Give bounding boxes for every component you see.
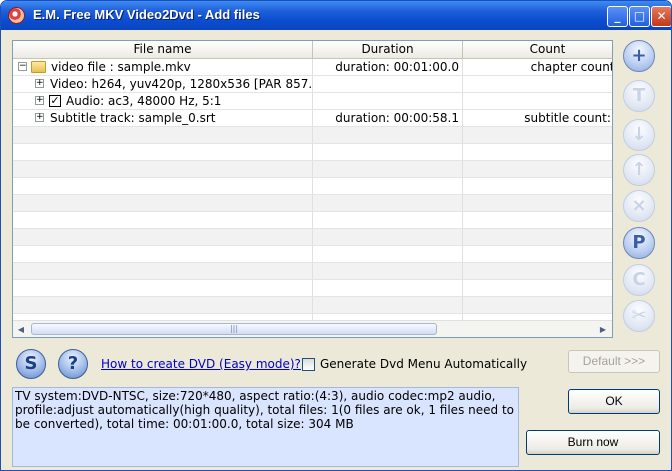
scroll-right-icon[interactable]: ▶ bbox=[596, 323, 610, 336]
tools-button[interactable]: ✂ bbox=[623, 300, 655, 332]
track-name-text: Video: h264, yuv420p, 1280x536 [PAR 857.… bbox=[50, 77, 313, 91]
properties-button[interactable]: P bbox=[623, 227, 655, 259]
move-up-button[interactable]: ↑ bbox=[623, 154, 655, 186]
count-cell: subtitle count: 15 bbox=[463, 110, 612, 126]
track-name-text: Subtitle track: sample_0.srt bbox=[50, 111, 216, 125]
app-window: E.M. Free MKV Video2Dvd - Add files _ □ … bbox=[0, 0, 672, 471]
table-row[interactable]: + ✓ Audio: ac3, 48000 Hz, 5:1 bbox=[13, 93, 612, 110]
folder-icon bbox=[31, 61, 46, 73]
empty-row bbox=[13, 229, 612, 246]
close-button[interactable]: ✕ bbox=[651, 6, 671, 27]
file-name-cell: − video file : sample.mkv bbox=[13, 59, 313, 75]
help-link[interactable]: How to create DVD (Easy mode)? bbox=[101, 357, 301, 371]
empty-row bbox=[13, 263, 612, 280]
client-area: File name Duration Count − video file : … bbox=[4, 30, 668, 469]
empty-row bbox=[13, 280, 612, 297]
file-name-cell: + ✓ Audio: ac3, 48000 Hz, 5:1 bbox=[13, 93, 313, 109]
count-cell: chapter count: 1 bbox=[463, 59, 612, 75]
empty-row bbox=[13, 127, 612, 144]
horizontal-scrollbar[interactable]: ◀ ||| ▶ bbox=[13, 320, 612, 337]
empty-row bbox=[13, 212, 612, 229]
minimize-button[interactable]: _ bbox=[607, 6, 628, 27]
duration-cell bbox=[313, 93, 463, 109]
table-row[interactable]: + Subtitle track: sample_0.srt duration:… bbox=[13, 110, 612, 127]
duration-cell: duration: 00:00:58.1 bbox=[313, 110, 463, 126]
default-button[interactable]: Default >>> bbox=[568, 350, 660, 373]
column-header-count[interactable]: Count bbox=[463, 41, 612, 58]
expand-icon[interactable]: + bbox=[35, 79, 44, 88]
maximize-button[interactable]: □ bbox=[629, 6, 650, 27]
collapse-icon[interactable]: − bbox=[18, 62, 27, 71]
duration-cell bbox=[313, 76, 463, 92]
grid-rows: − video file : sample.mkv duration: 00:0… bbox=[13, 59, 612, 331]
s-button[interactable]: S bbox=[16, 349, 46, 379]
column-header-file-name[interactable]: File name bbox=[13, 41, 313, 58]
table-row[interactable]: − video file : sample.mkv duration: 00:0… bbox=[13, 59, 612, 76]
c-button[interactable]: C bbox=[623, 264, 655, 296]
help-button[interactable]: ? bbox=[58, 349, 88, 379]
app-logo-icon bbox=[8, 7, 25, 24]
scroll-left-icon[interactable]: ◀ bbox=[14, 323, 28, 336]
file-name-text: video file : sample.mkv bbox=[51, 60, 191, 74]
scrollbar-thumb[interactable]: ||| bbox=[31, 323, 437, 335]
track-name-text: Audio: ac3, 48000 Hz, 5:1 bbox=[66, 94, 222, 108]
remove-button[interactable]: × bbox=[623, 190, 655, 222]
summary-info-text: TV system:DVD-NTSC, size:720*480, aspect… bbox=[12, 387, 519, 467]
table-row[interactable]: + Video: h264, yuv420p, 1280x536 [PAR 85… bbox=[13, 76, 612, 93]
empty-row bbox=[13, 144, 612, 161]
title-bar[interactable]: E.M. Free MKV Video2Dvd - Add files _ □ … bbox=[1, 1, 671, 30]
file-name-cell: + Video: h264, yuv420p, 1280x536 [PAR 85… bbox=[13, 76, 313, 92]
move-down-button[interactable]: ↓ bbox=[623, 119, 655, 151]
empty-row bbox=[13, 297, 612, 314]
text-button[interactable]: T bbox=[623, 80, 655, 112]
burn-now-button[interactable]: Burn now bbox=[526, 430, 660, 455]
duration-cell: duration: 00:01:00.0 bbox=[313, 59, 463, 75]
column-header-duration[interactable]: Duration bbox=[313, 41, 463, 58]
expand-icon[interactable]: + bbox=[35, 96, 44, 105]
empty-row bbox=[13, 178, 612, 195]
count-cell bbox=[463, 76, 612, 92]
generate-menu-checkbox[interactable] bbox=[302, 358, 315, 371]
count-cell bbox=[463, 93, 612, 109]
ok-button[interactable]: OK bbox=[568, 389, 660, 414]
empty-row bbox=[13, 161, 612, 178]
expand-icon[interactable]: + bbox=[35, 113, 44, 122]
audio-enable-checkbox[interactable]: ✓ bbox=[49, 95, 61, 107]
grid-header: File name Duration Count bbox=[13, 41, 612, 59]
file-name-cell: + Subtitle track: sample_0.srt bbox=[13, 110, 313, 126]
generate-menu-label[interactable]: Generate Dvd Menu Automatically bbox=[320, 357, 527, 371]
window-title: E.M. Free MKV Video2Dvd - Add files bbox=[33, 7, 260, 22]
file-grid[interactable]: File name Duration Count − video file : … bbox=[12, 40, 613, 338]
empty-row bbox=[13, 246, 612, 263]
add-button[interactable]: + bbox=[623, 40, 655, 72]
empty-row bbox=[13, 195, 612, 212]
